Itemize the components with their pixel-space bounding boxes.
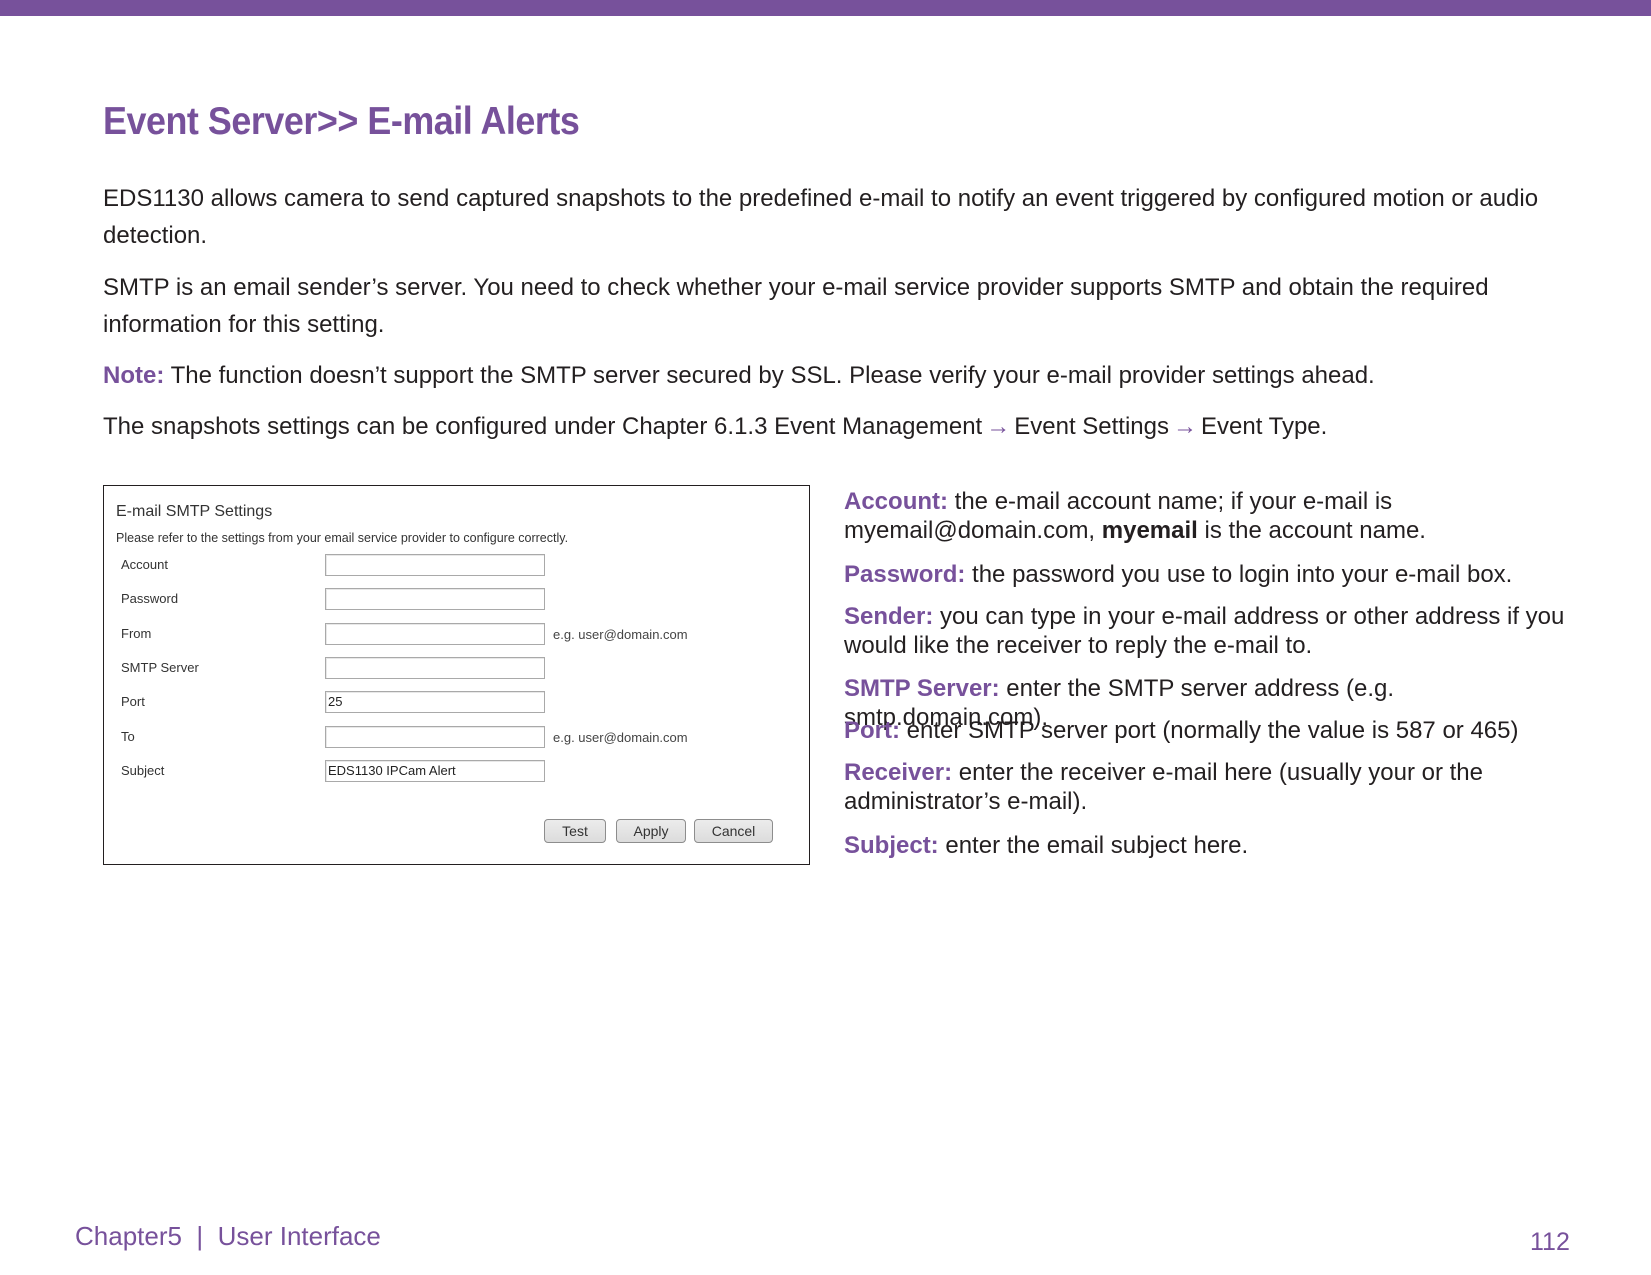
from-label: From: [121, 626, 152, 641]
account-label: Account: [121, 557, 168, 572]
password-input[interactable]: [325, 588, 545, 610]
settings-path-paragraph: The snapshots settings can be configured…: [103, 408, 1573, 445]
page-title: Event Server>> E-mail Alerts: [103, 100, 580, 143]
intro-paragraph-2: SMTP is an email sender’s server. You ne…: [103, 274, 1489, 338]
path-event-type: Event Type.: [1201, 413, 1328, 440]
form-row-to: To e.g. user@domain.com: [121, 726, 781, 750]
description-text: the password you use to login into your …: [965, 561, 1513, 588]
account-input[interactable]: [325, 554, 545, 576]
cancel-button[interactable]: Cancel: [694, 819, 773, 843]
description-key: Sender:: [844, 603, 934, 630]
to-hint: e.g. user@domain.com: [553, 730, 688, 745]
description-text: enter the email subject here.: [938, 832, 1249, 859]
test-button[interactable]: Test: [544, 819, 606, 843]
smtp-server-input[interactable]: [325, 657, 545, 679]
description-bold: myemail: [1101, 517, 1198, 544]
smtp-form-subtitle: Please refer to the settings from your e…: [116, 531, 569, 545]
description-key: Subject:: [844, 832, 939, 859]
to-label: To: [121, 729, 135, 744]
subject-label: Subject: [121, 763, 165, 778]
password-label: Password: [121, 591, 179, 606]
description-key: Password:: [844, 561, 966, 588]
smtp-settings-screenshot: E-mail SMTP Settings Please refer to the…: [103, 485, 810, 865]
description-text: enter SMTP server port (normally the val…: [900, 717, 1519, 744]
smtp-form-title: E-mail SMTP Settings: [116, 503, 273, 520]
note-label: Note:: [103, 362, 165, 389]
form-row-from: From e.g. user@domain.com: [121, 623, 781, 647]
note-paragraph: Note: The function doesn’t support the S…: [103, 357, 1573, 394]
form-row-account: Account: [121, 554, 781, 578]
port-input[interactable]: 25: [325, 691, 545, 713]
to-input[interactable]: [325, 726, 545, 748]
form-row-port: Port 25: [121, 691, 781, 715]
footer-chapter: Chapter5 | User Interface: [75, 1221, 381, 1251]
description-receiver: Receiver: enter the receiver e-mail here…: [844, 758, 1589, 816]
description-sender: Sender: you can type in your e-mail addr…: [844, 602, 1589, 660]
description-key: Account:: [844, 488, 948, 515]
arrow-right-icon: →: [1173, 413, 1197, 440]
from-hint: e.g. user@domain.com: [553, 627, 688, 642]
page-number: 112: [1530, 1228, 1570, 1256]
top-accent-bar: [0, 0, 1651, 16]
arrow-right-icon: →: [986, 413, 1011, 440]
note-text: The function doesn’t support the SMTP se…: [164, 362, 1375, 389]
description-subject: Subject: enter the email subject here.: [844, 831, 1589, 860]
form-row-subject: Subject EDS1130 IPCam Alert: [121, 760, 781, 784]
apply-button[interactable]: Apply: [616, 819, 686, 843]
description-key: SMTP Server:: [844, 675, 1000, 702]
path-prefix: The snapshots settings can be configured…: [103, 413, 983, 440]
from-input[interactable]: [325, 623, 545, 645]
description-password: Password: the password you use to login …: [844, 560, 1589, 589]
smtp-server-label: SMTP Server: [121, 660, 199, 675]
form-row-password: Password: [121, 588, 781, 612]
description-account: Account: the e-mail account name; if you…: [844, 487, 1589, 545]
intro-paragraph-1: EDS1130 allows camera to send captured s…: [103, 185, 1539, 249]
description-key: Port:: [844, 717, 900, 744]
description-key: Receiver:: [844, 759, 953, 786]
description-port: Port: enter SMTP server port (normally t…: [844, 716, 1589, 745]
path-event-settings: Event Settings: [1014, 413, 1169, 440]
description-text: you can type in your e-mail address or o…: [844, 603, 1565, 659]
description-text-after: is the account name.: [1197, 517, 1426, 544]
port-label: Port: [121, 694, 145, 709]
form-row-smtp-server: SMTP Server: [121, 657, 781, 681]
subject-input[interactable]: EDS1130 IPCam Alert: [325, 760, 545, 782]
